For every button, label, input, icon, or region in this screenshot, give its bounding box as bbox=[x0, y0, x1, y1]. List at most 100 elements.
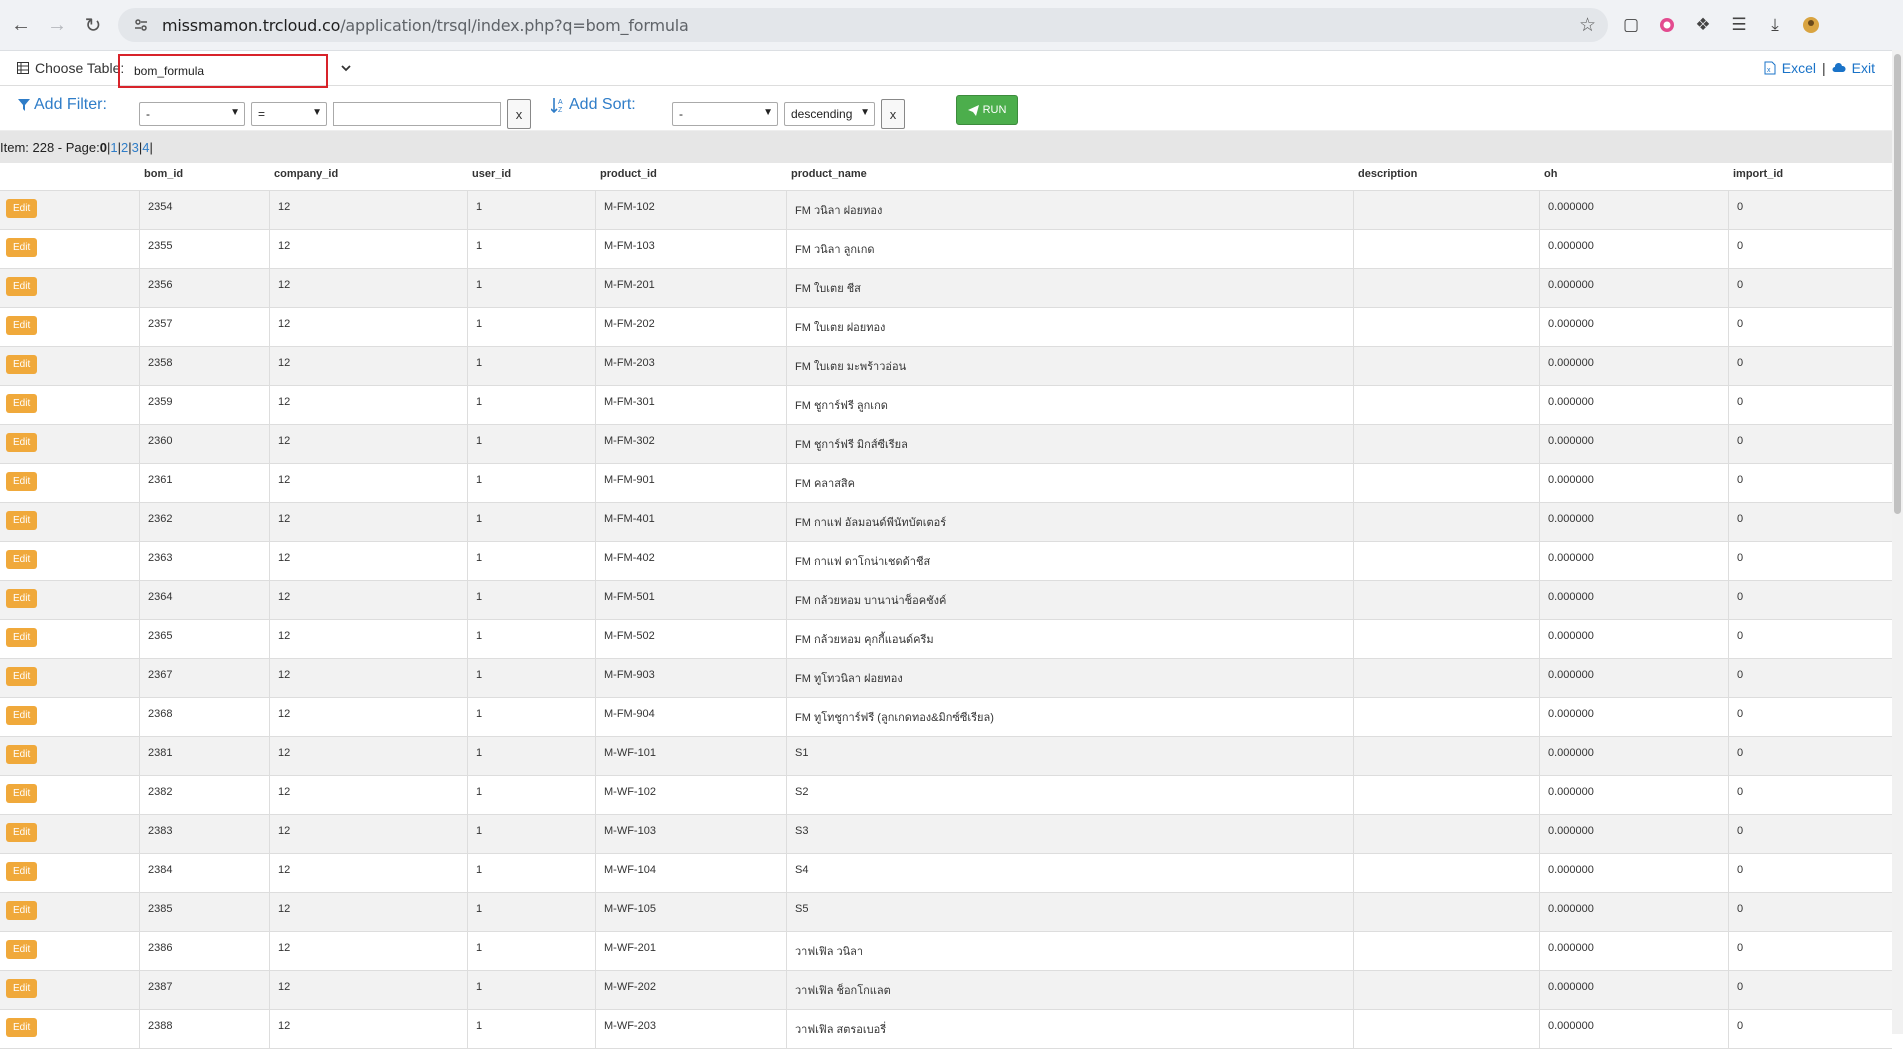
color-extension-icon[interactable] bbox=[1654, 12, 1680, 38]
scrollbar-thumb[interactable] bbox=[1894, 54, 1901, 514]
edit-button[interactable]: Edit bbox=[6, 784, 38, 803]
cell-user-id: 1 bbox=[467, 932, 595, 970]
column-header-bom-id: bom_id bbox=[144, 168, 184, 180]
cell-bom-id: 2387 bbox=[139, 971, 269, 1009]
edit-cell: Edit bbox=[0, 659, 139, 697]
edit-button[interactable]: Edit bbox=[6, 628, 38, 647]
edit-button[interactable]: Edit bbox=[6, 355, 38, 374]
bookmark-star-icon[interactable]: ☆ bbox=[1579, 14, 1596, 37]
edit-button[interactable]: Edit bbox=[6, 667, 38, 686]
cell-import-id: 0 bbox=[1728, 347, 1892, 385]
cell-description bbox=[1353, 971, 1539, 1009]
cell-bom-id: 2355 bbox=[139, 230, 269, 268]
cell-description bbox=[1353, 542, 1539, 580]
cell-description bbox=[1353, 659, 1539, 697]
page-link-4[interactable]: 4 bbox=[142, 140, 149, 155]
table-row: Edit 2387 12 1 M-WF-202 วาฟเฟิล ช็อกโกแลต 0.00… bbox=[0, 971, 1892, 1010]
filter-field-select[interactable]: - ▼ bbox=[139, 102, 245, 126]
edit-button[interactable]: Edit bbox=[6, 1018, 38, 1037]
chat-extension-icon[interactable]: ▢ bbox=[1618, 12, 1644, 38]
cell-import-id: 0 bbox=[1728, 620, 1892, 658]
table-header: bom_id company_id user_id product_id product… bbox=[0, 160, 1892, 191]
cell-oh: 0.000000 bbox=[1539, 542, 1728, 580]
page-link-1[interactable]: 1 bbox=[110, 140, 117, 155]
edit-button[interactable]: Edit bbox=[6, 316, 38, 335]
edit-cell: Edit bbox=[0, 542, 139, 580]
cell-company-id: 12 bbox=[269, 308, 467, 346]
cell-product-id: M-FM-203 bbox=[595, 347, 786, 385]
edit-button[interactable]: Edit bbox=[6, 589, 38, 608]
table-select[interactable]: bom_formula bbox=[118, 54, 328, 88]
edit-button[interactable]: Edit bbox=[6, 901, 38, 920]
cell-user-id: 1 bbox=[467, 776, 595, 814]
back-icon[interactable]: ← bbox=[6, 10, 36, 40]
cell-bom-id: 2359 bbox=[139, 386, 269, 424]
cell-bom-id: 2367 bbox=[139, 659, 269, 697]
cell-oh: 0.000000 bbox=[1539, 1010, 1728, 1048]
excel-link[interactable]: Excel bbox=[1782, 60, 1816, 76]
cell-product-id: M-FM-301 bbox=[595, 386, 786, 424]
edit-button[interactable]: Edit bbox=[6, 238, 38, 257]
cell-user-id: 1 bbox=[467, 347, 595, 385]
table-row: Edit 2383 12 1 M-WF-103 S3 0.000000 0 bbox=[0, 815, 1892, 854]
edit-button[interactable]: Edit bbox=[6, 472, 38, 491]
site-settings-icon[interactable] bbox=[130, 14, 152, 36]
edit-button[interactable]: Edit bbox=[6, 823, 38, 842]
cell-product-name: FM กล้วยหอม บานาน่าช็อคชังค์ bbox=[786, 581, 1353, 619]
cell-description bbox=[1353, 698, 1539, 736]
sort-field-select[interactable]: - ▼ bbox=[672, 102, 778, 126]
cell-company-id: 12 bbox=[269, 503, 467, 541]
forward-icon[interactable]: → bbox=[42, 10, 72, 40]
page-scrollbar[interactable] bbox=[1892, 50, 1903, 1034]
edit-button[interactable]: Edit bbox=[6, 979, 38, 998]
run-button[interactable]: RUN bbox=[956, 95, 1018, 125]
filter-operator-select[interactable]: = ▼ bbox=[251, 102, 327, 126]
cell-product-name: วาฟเฟิล ช็อกโกแลต bbox=[786, 971, 1353, 1009]
edit-button[interactable]: Edit bbox=[6, 394, 38, 413]
chevron-down-icon[interactable] bbox=[336, 59, 356, 77]
cell-product-id: M-FM-201 bbox=[595, 269, 786, 307]
cell-user-id: 1 bbox=[467, 308, 595, 346]
add-filter-link[interactable]: Add Filter: bbox=[18, 96, 107, 114]
edit-button[interactable]: Edit bbox=[6, 940, 38, 959]
svg-text:Z: Z bbox=[558, 107, 563, 113]
cell-user-id: 1 bbox=[467, 425, 595, 463]
edit-button[interactable]: Edit bbox=[6, 511, 38, 530]
edit-button[interactable]: Edit bbox=[6, 433, 38, 452]
table-row: Edit 2382 12 1 M-WF-102 S2 0.000000 0 bbox=[0, 776, 1892, 815]
cell-product-id: M-WF-203 bbox=[595, 1010, 786, 1048]
media-queue-icon[interactable]: ☰ bbox=[1726, 12, 1752, 38]
puzzle-extensions-icon[interactable]: ❖ bbox=[1690, 12, 1716, 38]
edit-button[interactable]: Edit bbox=[6, 706, 38, 725]
edit-button[interactable]: Edit bbox=[6, 745, 38, 764]
edit-cell: Edit bbox=[0, 620, 139, 658]
add-sort-link[interactable]: AZ Add Sort: bbox=[551, 96, 636, 114]
cell-oh: 0.000000 bbox=[1539, 581, 1728, 619]
edit-button[interactable]: Edit bbox=[6, 550, 38, 569]
edit-button[interactable]: Edit bbox=[6, 277, 38, 296]
page-link-3[interactable]: 3 bbox=[132, 140, 139, 155]
cell-import-id: 0 bbox=[1728, 776, 1892, 814]
edit-button[interactable]: Edit bbox=[6, 862, 38, 881]
column-header-oh: oh bbox=[1544, 168, 1558, 180]
cell-user-id: 1 bbox=[467, 893, 595, 931]
page-link-2[interactable]: 2 bbox=[121, 140, 128, 155]
profile-avatar-icon[interactable] bbox=[1798, 12, 1824, 38]
cell-import-id: 0 bbox=[1728, 425, 1892, 463]
cell-description bbox=[1353, 425, 1539, 463]
cell-user-id: 1 bbox=[467, 581, 595, 619]
filter-clear-button[interactable]: x bbox=[507, 99, 531, 129]
exit-link[interactable]: Exit bbox=[1852, 60, 1875, 76]
sort-order-select[interactable]: descending ▼ bbox=[784, 102, 875, 126]
url-text: missmamon.trcloud.co/application/trsql/i… bbox=[162, 15, 689, 35]
filter-value-input[interactable] bbox=[333, 102, 501, 126]
sort-clear-button[interactable]: x bbox=[881, 99, 905, 129]
download-icon[interactable]: ⤓ bbox=[1762, 12, 1788, 38]
table-row: Edit 2368 12 1 M-FM-904 FM ทูโทชูการ์ฟรี (ลูก… bbox=[0, 698, 1892, 737]
address-bar[interactable]: missmamon.trcloud.co/application/trsql/i… bbox=[118, 8, 1608, 42]
edit-cell: Edit bbox=[0, 971, 139, 1009]
cell-user-id: 1 bbox=[467, 386, 595, 424]
cell-import-id: 0 bbox=[1728, 815, 1892, 853]
edit-button[interactable]: Edit bbox=[6, 199, 38, 218]
reload-icon[interactable]: ↻ bbox=[78, 10, 108, 40]
